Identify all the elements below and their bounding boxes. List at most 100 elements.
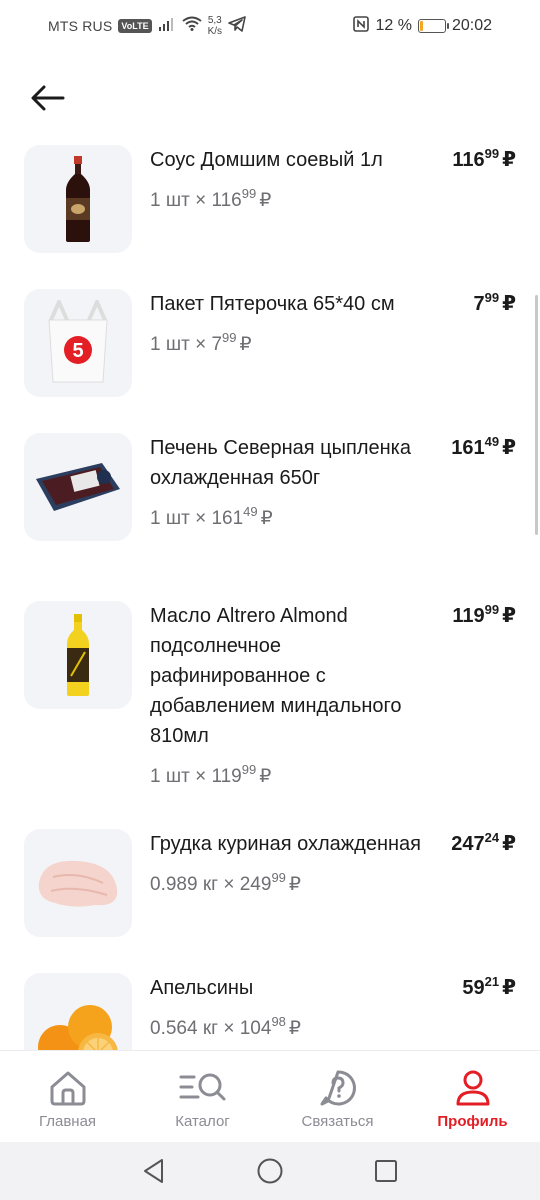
price-cents: 99: [484, 290, 500, 305]
item-info: Грудка куриная охлажденная 0.989 кг × 24…: [150, 829, 440, 899]
unit-price-int: 161: [211, 508, 244, 529]
item-total-price: 24724 ₽: [451, 829, 516, 859]
status-right: 12 % 20:02: [353, 15, 492, 37]
unit-price-cents: 98: [271, 1014, 286, 1029]
chicken-breast-icon: [38, 860, 118, 907]
nav-catalog[interactable]: Каталог: [135, 1051, 270, 1142]
price-cents: 49: [484, 434, 500, 449]
qty-prefix: 1 шт ×: [150, 508, 212, 529]
qty-prefix: 1 шт ×: [150, 334, 212, 355]
currency-sign: ₽: [502, 605, 516, 627]
battery-icon: [417, 19, 449, 33]
item-name: Грудка куриная охлажденная: [150, 833, 421, 855]
currency-sign: ₽: [259, 766, 272, 787]
nav-contact[interactable]: Связаться: [270, 1051, 405, 1142]
unit-price-cents: 99: [241, 762, 257, 777]
oranges-icon: [38, 1005, 118, 1050]
svg-text:5: 5: [72, 340, 83, 362]
item-name: Масло Altrero Almond подсолнечное рафини…: [150, 605, 402, 747]
price-int: 7: [473, 293, 485, 315]
unit-price-int: 7: [211, 334, 223, 355]
product-image: [24, 829, 132, 937]
nav-contact-label: Связаться: [301, 1113, 374, 1130]
price-int: 161: [451, 437, 485, 459]
profile-icon: [456, 1070, 489, 1106]
triangle-back-icon: [144, 1159, 163, 1183]
nav-home[interactable]: Главная: [0, 1051, 135, 1142]
currency-sign: ₽: [502, 293, 516, 315]
item-total-price: 5921 ₽: [462, 973, 516, 1003]
price-int: 59: [462, 977, 485, 999]
item-quantity: 1 шт × 799 ₽: [150, 331, 440, 359]
unit-price-int: 104: [239, 1018, 272, 1039]
item-total-price: 11999 ₽: [452, 601, 516, 631]
nav-profile-label: Профиль: [437, 1113, 508, 1130]
price-int: 247: [451, 833, 485, 855]
network-speed: 5,3 K/s: [208, 15, 222, 37]
item-name: Печень Северная цыпленка охлажденная 650…: [150, 437, 411, 489]
product-image: [24, 973, 132, 1050]
volte-badge: VoLTE: [118, 19, 152, 33]
system-recents-button[interactable]: [328, 1142, 444, 1200]
product-image: 5: [24, 289, 132, 397]
system-back-button[interactable]: [96, 1142, 212, 1200]
unit-price-cents: 99: [271, 870, 286, 885]
oil-bottle-icon: [67, 614, 89, 696]
qty-prefix: 0.989 кг ×: [150, 874, 240, 895]
item-name: Соус Домшим соевый 1л: [150, 149, 383, 171]
telegram-icon: [228, 15, 246, 37]
currency-sign: ₽: [288, 874, 301, 895]
order-items-list[interactable]: Соус Домшим соевый 1л 1 шт × 11699 ₽ 1169…: [0, 145, 540, 1050]
speed-value: 5,3: [207, 15, 222, 26]
unit-price-cents: 49: [243, 504, 258, 519]
battery-percent: 12 %: [375, 17, 412, 34]
qty-prefix: 1 шт ×: [150, 766, 212, 787]
status-left: MTS RUS VoLTE 5,3 K/s: [48, 15, 246, 37]
product-image: [24, 601, 132, 709]
item-quantity: 0.989 кг × 24999 ₽: [150, 871, 440, 899]
soy-sauce-bottle-icon: [66, 156, 90, 242]
system-home-button[interactable]: [212, 1142, 328, 1200]
item-info: Масло Altrero Almond подсолнечное рафини…: [150, 601, 440, 791]
item-info: Соус Домшим соевый 1л 1 шт × 11699 ₽: [150, 145, 440, 215]
help-icon: [320, 1070, 356, 1106]
circle-home-icon: [257, 1158, 283, 1184]
qty-prefix: 0.564 кг ×: [150, 1018, 240, 1039]
nfc-icon: [353, 15, 370, 37]
plastic-bag-icon: 5: [48, 300, 108, 383]
wifi-icon: [181, 16, 202, 36]
arrow-left-icon: [31, 85, 65, 111]
price-cents: 99: [484, 146, 500, 161]
item-total-price: 799 ₽: [473, 289, 516, 319]
currency-sign: ₽: [502, 149, 516, 171]
item-quantity: 1 шт × 11999 ₽: [150, 763, 440, 791]
currency-sign: ₽: [259, 190, 272, 211]
back-button[interactable]: [26, 76, 70, 120]
speed-unit: K/s: [207, 26, 223, 37]
price-int: 116: [452, 149, 485, 171]
unit-price-int: 116: [211, 190, 242, 211]
bottom-navigation: Главная Каталог Связаться Профиль: [0, 1050, 540, 1142]
carrier-name: MTS RUS: [48, 18, 113, 34]
item-info: Апельсины 0.564 кг × 10498 ₽: [150, 973, 440, 1043]
price-cents: 99: [484, 602, 500, 617]
nav-profile[interactable]: Профиль: [405, 1051, 540, 1142]
catalog-search-icon: [179, 1073, 225, 1101]
currency-sign: ₽: [502, 437, 516, 459]
currency-sign: ₽: [288, 1018, 301, 1039]
unit-price-int: 249: [239, 874, 272, 895]
product-image: [24, 145, 132, 253]
scrollbar[interactable]: [535, 295, 538, 535]
status-bar: MTS RUS VoLTE 5,3 K/s 12 % 20:02: [0, 0, 540, 52]
item-quantity: 1 шт × 16149 ₽: [150, 505, 440, 533]
item-info: Печень Северная цыпленка охлажденная 650…: [150, 433, 440, 533]
nav-home-label: Главная: [38, 1113, 97, 1130]
unit-price-cents: 99: [222, 330, 237, 345]
price-int: 119: [452, 605, 485, 627]
clock: 20:02: [451, 17, 492, 34]
nav-catalog-label: Каталог: [175, 1113, 230, 1130]
item-name: Апельсины: [150, 977, 254, 999]
price-cents: 21: [484, 974, 500, 989]
item-quantity: 1 шт × 11699 ₽: [150, 187, 440, 215]
item-info: Пакет Пятерочка 65*40 см 1 шт × 799 ₽: [150, 289, 440, 359]
